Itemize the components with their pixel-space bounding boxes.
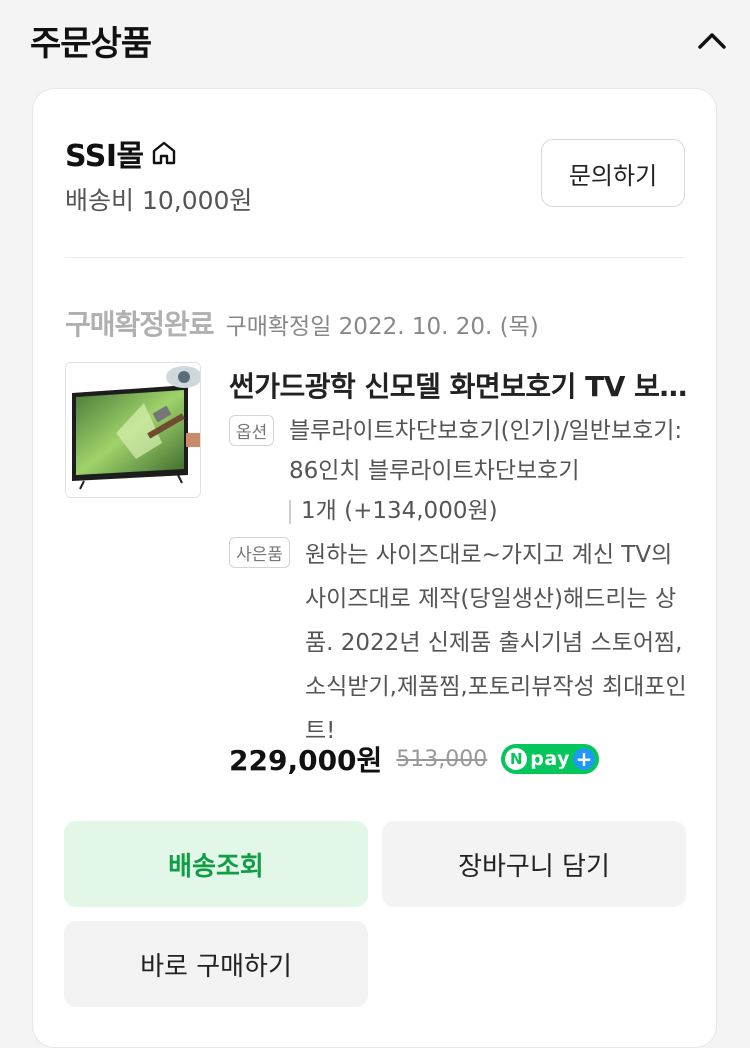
npay-plus-icon: + xyxy=(573,748,596,770)
quantity-divider xyxy=(289,499,291,524)
quantity-text: 1개 (+134,000원) xyxy=(301,498,498,524)
product-thumbnail[interactable] xyxy=(65,362,201,498)
product-image xyxy=(66,363,200,497)
order-status: 구매확정완료 xyxy=(65,308,215,341)
npay-badge: N pay + xyxy=(501,744,600,774)
quantity-row: 1개 (+134,000원) xyxy=(289,491,498,531)
store-name-row[interactable]: SSI몰 xyxy=(65,131,178,175)
chevron-up-icon xyxy=(698,33,726,49)
add-to-cart-button[interactable]: 장바구니 담기 xyxy=(382,821,686,907)
collapse-button[interactable] xyxy=(694,22,730,58)
sale-price: 229,000원 xyxy=(229,744,383,777)
order-status-row: 구매확정완료 구매확정일 2022. 10. 20. (목) xyxy=(65,303,539,343)
price-row: 229,000원 513,000 N pay + xyxy=(229,739,600,779)
track-delivery-button[interactable]: 배송조회 xyxy=(64,821,368,907)
divider xyxy=(65,257,685,258)
original-price: 513,000 xyxy=(396,746,488,772)
option-text: 블루라이트차단보호기(인기)/일반보호기: 86인치 블루라이트차단보호기 xyxy=(289,418,683,484)
buy-now-button[interactable]: 바로 구매하기 xyxy=(64,921,368,1007)
npay-n-icon: N xyxy=(505,748,528,770)
confirm-date: 구매확정일 2022. 10. 20. (목) xyxy=(225,314,539,340)
gift-tag: 사은품 xyxy=(229,537,290,568)
section-title: 주문상품 xyxy=(30,24,152,64)
order-card: SSI몰 배송비 10,000원 문의하기 구매확정완료 구매확정일 2022.… xyxy=(32,88,717,1048)
product-title[interactable]: 썬가드광학 신모델 화면보호기 TV 보... xyxy=(229,365,689,405)
gift-text: 원하는 사이즈대로~가지고 계신 TV의 사이즈대로 제작(당일생산)해드리는 … xyxy=(305,542,687,744)
order-items-header: 주문상품 xyxy=(0,0,750,80)
store-name[interactable]: SSI몰 xyxy=(65,131,144,175)
home-icon[interactable] xyxy=(150,139,178,167)
inquiry-button[interactable]: 문의하기 xyxy=(541,139,685,207)
npay-label: pay xyxy=(530,748,571,770)
option-tag: 옵션 xyxy=(229,415,275,446)
shipping-fee: 배송비 10,000원 xyxy=(65,186,253,215)
